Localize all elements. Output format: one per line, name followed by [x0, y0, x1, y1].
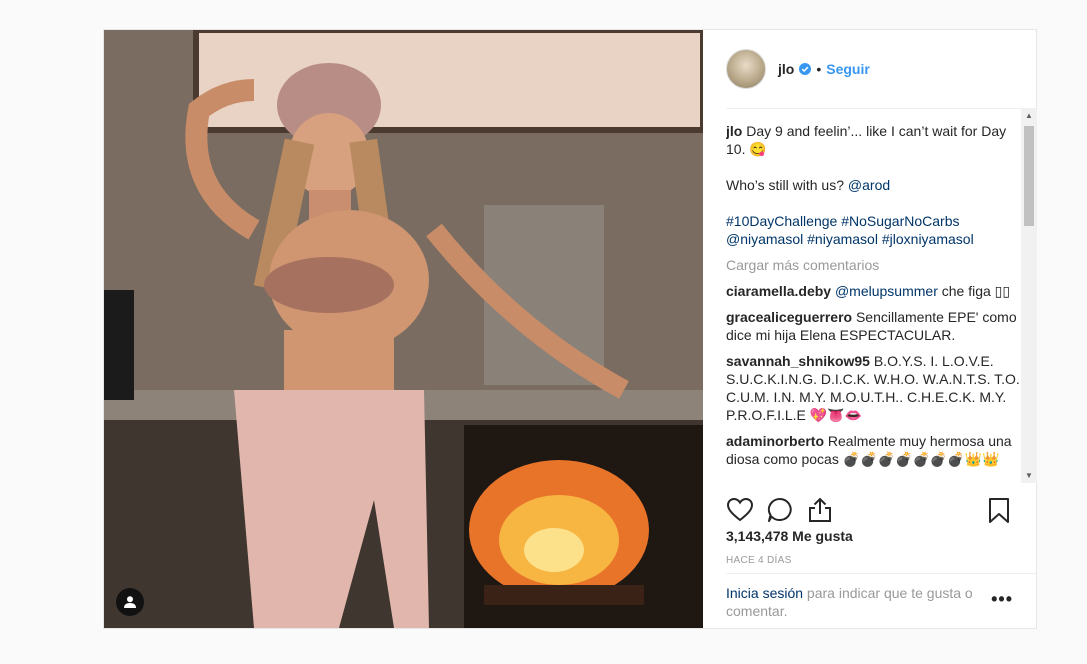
share-icon[interactable] — [806, 496, 834, 524]
load-more-comments-button[interactable]: Cargar más comentarios — [726, 256, 1021, 274]
comments-scrollbar[interactable]: ▲ ▼ — [1021, 109, 1037, 483]
caption-line-1: Day 9 and feelin’... like I can’t wait f… — [726, 123, 1007, 157]
post-sidebar: jlo • Seguir jlo Day 9 and feelin’... li… — [703, 30, 1037, 628]
follow-button[interactable]: Seguir — [826, 61, 870, 77]
comment-username[interactable]: gracealiceguerrero — [726, 309, 852, 325]
post-card: jlo • Seguir jlo Day 9 and feelin’... li… — [103, 29, 1037, 629]
caption: jlo Day 9 and feelin’... like I can’t wa… — [726, 122, 1021, 248]
mention-link[interactable]: @niyamasol — [726, 231, 803, 247]
comment-text: che figa ▯▯ — [937, 283, 1011, 299]
comment-mention[interactable]: @melupsummer — [835, 283, 938, 299]
scrollbar-thumb[interactable] — [1024, 126, 1034, 226]
caption-mention[interactable]: @arod — [848, 177, 890, 193]
comment-item: gracealiceguerrero Sencillamente EPE' co… — [726, 308, 1021, 344]
login-prompt: Inicia sesión para indicar que te gusta … — [726, 584, 976, 620]
username-link[interactable]: jlo — [778, 61, 794, 77]
post-timestamp[interactable]: HACE 4 DÍAS — [726, 555, 792, 566]
comment-username[interactable]: adaminorberto — [726, 433, 824, 449]
comment-item: savannah_shnikow95 B.O.Y.S. I. L.O.V.E. … — [726, 352, 1021, 424]
post-actions — [726, 496, 1013, 524]
caption-username[interactable]: jlo — [726, 123, 742, 139]
comment-item: ciaramella.deby @melupsummer che figa ▯▯ — [726, 282, 1021, 300]
login-link[interactable]: Inicia sesión — [726, 585, 803, 601]
comment-username[interactable]: savannah_shnikow95 — [726, 353, 870, 369]
photo-illustration — [104, 30, 703, 628]
scroll-up-icon[interactable]: ▲ — [1021, 109, 1037, 123]
hashtag-link[interactable]: #10DayChallenge — [726, 213, 837, 229]
hashtag-link[interactable]: #jloxniyamasol — [882, 231, 974, 247]
heart-icon[interactable] — [726, 496, 754, 524]
comments-list[interactable]: jlo Day 9 and feelin’... like I can’t wa… — [726, 109, 1021, 483]
more-options-icon[interactable]: ••• — [991, 590, 1013, 608]
hashtag-link[interactable]: #NoSugarNoCarbs — [841, 213, 959, 229]
comment-item: adaminorberto Realmente muy hermosa una … — [726, 432, 1021, 468]
caption-line-2: Who’s still with us? — [726, 177, 848, 193]
comment-username[interactable]: ciaramella.deby — [726, 283, 831, 299]
verified-badge-icon — [799, 63, 812, 75]
user-tag-icon — [124, 596, 136, 608]
comment-icon[interactable] — [766, 496, 794, 524]
caption-hashtags: #10DayChallenge #NoSugarNoCarbs @niyamas… — [726, 212, 1021, 248]
separator-dot: • — [816, 61, 822, 77]
scroll-down-icon[interactable]: ▼ — [1021, 469, 1037, 483]
likes-count[interactable]: 3,143,478 Me gusta — [726, 528, 853, 544]
avatar[interactable] — [726, 49, 766, 89]
footer-divider — [726, 573, 1036, 574]
user-tag-button[interactable] — [116, 588, 144, 616]
post-photo[interactable] — [104, 30, 703, 628]
hashtag-link[interactable]: #niyamasol — [807, 231, 878, 247]
post-header: jlo • Seguir — [726, 46, 1013, 92]
bookmark-icon[interactable] — [985, 496, 1013, 524]
